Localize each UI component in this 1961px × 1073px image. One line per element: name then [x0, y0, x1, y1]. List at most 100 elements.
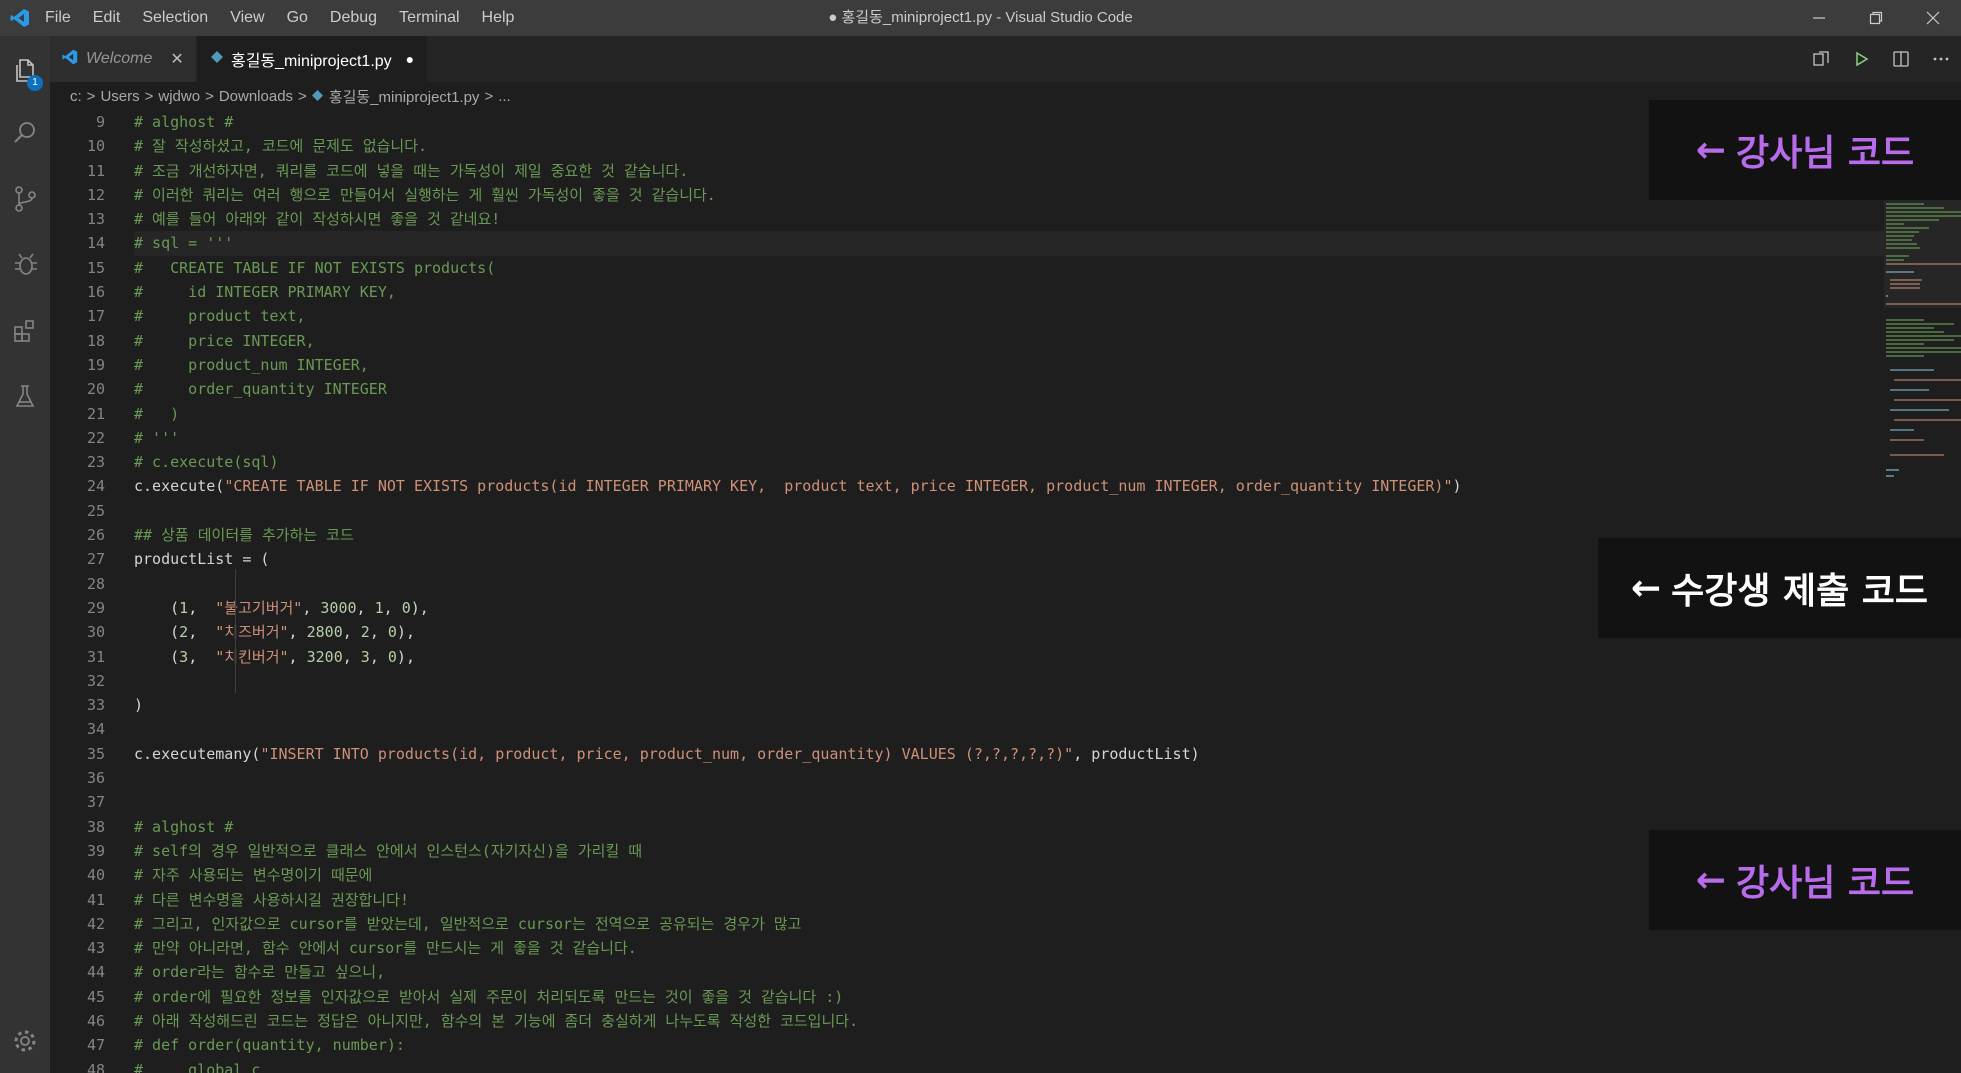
code-line[interactable]: c.executemany("INSERT INTO products(id, … — [134, 742, 1884, 766]
title-bar: File Edit Selection View Go Debug Termin… — [0, 0, 1961, 36]
code-line[interactable]: ) — [134, 693, 1884, 717]
line-number: 36 — [86, 769, 105, 788]
code-line[interactable]: # price INTEGER, — [134, 329, 1884, 353]
line-number: 37 — [86, 793, 105, 812]
line-number: 30 — [86, 623, 105, 642]
line-number: 12 — [86, 185, 105, 204]
source-control-icon[interactable] — [0, 174, 50, 224]
code-line[interactable]: c.execute("CREATE TABLE IF NOT EXISTS pr… — [134, 474, 1884, 498]
annotation-student-code: ← 수강생 제출 코드 — [1598, 538, 1961, 638]
breadcrumb-item[interactable]: 홍길동_miniproject1.py — [329, 86, 480, 107]
line-number-gutter: 9 10 11 12 13 14 15 16 17 18 19 20 21 22 23 24 25 26 27 28 2… — [50, 110, 105, 1073]
restore-icon[interactable] — [1847, 0, 1904, 36]
code-line[interactable] — [134, 499, 1884, 523]
code-line[interactable]: # order에 필요한 정보를 인자값으로 받아서 실제 주문이 처리되도록 … — [134, 985, 1884, 1009]
more-actions-icon[interactable] — [1921, 36, 1961, 82]
menu-go[interactable]: Go — [276, 9, 319, 27]
line-number: 9 — [95, 113, 105, 131]
code-line[interactable] — [134, 669, 1884, 693]
debug-icon[interactable] — [0, 240, 50, 290]
code-line[interactable]: # 만약 아니라면, 함수 안에서 cursor를 만드시는 게 좋을 것 같습… — [134, 936, 1884, 960]
code-line[interactable]: # def order(quantity, number): — [134, 1033, 1884, 1057]
breadcrumb-item[interactable]: c: — [70, 88, 82, 105]
annotation-label: 강사님 코드 — [1736, 133, 1915, 174]
tab-label: 홍길동_miniproject1.py — [231, 53, 392, 70]
menu-terminal[interactable]: Terminal — [388, 9, 470, 27]
line-number: 27 — [86, 550, 105, 569]
python-file-icon — [211, 50, 223, 68]
left-arrow-icon: ← — [1695, 129, 1727, 171]
code-line[interactable]: # CREATE TABLE IF NOT EXISTS products( — [134, 256, 1884, 280]
search-icon[interactable] — [0, 108, 50, 158]
code-line[interactable]: # global c — [134, 1058, 1884, 1073]
line-number: 18 — [86, 331, 105, 350]
code-line[interactable]: # ) — [134, 402, 1884, 426]
activity-bar: 1 — [0, 36, 50, 1073]
code-line[interactable]: # alghost # — [134, 110, 1884, 134]
breadcrumb-item[interactable]: ... — [498, 88, 511, 105]
tab-welcome[interactable]: Welcome ✕ — [50, 36, 196, 82]
files-icon[interactable]: 1 — [0, 46, 50, 96]
code-line[interactable]: # product_num INTEGER, — [134, 353, 1884, 377]
tab-miniproject[interactable]: 홍길동_miniproject1.py ● — [197, 36, 427, 82]
code-line[interactable]: # ''' — [134, 426, 1884, 450]
run-icon[interactable] — [1841, 36, 1881, 82]
settings-gear-icon[interactable] — [0, 1016, 50, 1066]
code-line[interactable]: # sql = ''' — [134, 231, 1884, 256]
code-line[interactable]: # 아래 작성해드린 코드는 정답은 아니지만, 함수의 본 기능에 좀더 충실… — [134, 1009, 1884, 1033]
left-arrow-icon: ← — [1695, 859, 1727, 901]
line-number: 32 — [86, 671, 105, 690]
code-line[interactable]: # c.execute(sql) — [134, 450, 1884, 474]
line-number: 29 — [86, 598, 105, 617]
extensions-icon[interactable] — [0, 306, 50, 356]
indent-guide — [235, 569, 236, 693]
menu-selection[interactable]: Selection — [131, 9, 219, 27]
menu-file[interactable]: File — [34, 9, 82, 27]
code-line[interactable]: # alghost # — [134, 815, 1884, 839]
line-number: 44 — [86, 963, 105, 982]
code-line[interactable]: # 잘 작성하셨고, 코드에 문제도 없습니다. — [134, 134, 1884, 158]
line-number: 26 — [86, 526, 105, 545]
code-line[interactable] — [134, 790, 1884, 814]
line-number: 46 — [86, 1011, 105, 1030]
code-line[interactable]: # 자주 사용되는 변수명이기 때문에 — [134, 863, 1884, 887]
editor-actions — [1801, 36, 1961, 82]
code-line[interactable]: # 조금 개선하자면, 쿼리를 코드에 넣을 때는 가독성이 제일 중요한 것 … — [134, 159, 1884, 183]
vscode-logo-icon — [62, 49, 78, 70]
line-number: 14 — [86, 234, 105, 253]
line-number: 42 — [86, 914, 105, 933]
minimize-icon[interactable] — [1790, 0, 1847, 36]
line-number: 25 — [86, 501, 105, 520]
breadcrumb-item[interactable]: Downloads — [219, 88, 293, 105]
menu-edit[interactable]: Edit — [82, 9, 132, 27]
code-line[interactable] — [134, 766, 1884, 790]
code-line[interactable] — [134, 717, 1884, 741]
line-number: 23 — [86, 453, 105, 472]
menu-debug[interactable]: Debug — [319, 9, 388, 27]
code-line[interactable]: # 예를 들어 아래와 같이 작성하시면 좋을 것 같네요! — [134, 207, 1884, 231]
left-arrow-icon: ← — [1630, 567, 1662, 609]
close-icon[interactable]: ✕ — [170, 49, 183, 69]
code-line[interactable]: # id INTEGER PRIMARY KEY, — [134, 280, 1884, 304]
code-line[interactable]: (3, "치킨버거", 3200, 3, 0), — [134, 645, 1884, 669]
open-changes-icon[interactable] — [1801, 36, 1841, 82]
split-editor-icon[interactable] — [1881, 36, 1921, 82]
code-line[interactable]: # 이러한 쿼리는 여러 행으로 만들어서 실행하는 게 훨씬 가독성이 좋을 … — [134, 183, 1884, 207]
code-line[interactable]: # product text, — [134, 304, 1884, 328]
breadcrumb-item[interactable]: wjdwo — [158, 88, 200, 105]
annotation-label: 수강생 제출 코드 — [1671, 571, 1929, 612]
breadcrumb-separator: > — [205, 87, 214, 105]
close-icon[interactable] — [1904, 0, 1961, 36]
code-line[interactable]: # self의 경우 일반적으로 클래스 안에서 인스턴스(자기자신)을 가리킬… — [134, 839, 1884, 863]
menu-help[interactable]: Help — [471, 9, 526, 27]
testing-icon[interactable] — [0, 372, 50, 422]
breadcrumb-separator: > — [298, 87, 307, 105]
line-number: 20 — [86, 380, 105, 399]
breadcrumb-item[interactable]: Users — [100, 88, 139, 105]
unsaved-dot-icon[interactable]: ● — [406, 51, 414, 67]
code-line[interactable]: # order_quantity INTEGER — [134, 377, 1884, 401]
code-line[interactable]: # order라는 함수로 만들고 싶으니, — [134, 960, 1884, 984]
code-line[interactable]: # 다른 변수명을 사용하시길 권장합니다! — [134, 888, 1884, 912]
menu-view[interactable]: View — [219, 9, 275, 27]
code-line[interactable]: # 그리고, 인자값으로 cursor를 받았는데, 일반적으로 cursor는… — [134, 912, 1884, 936]
